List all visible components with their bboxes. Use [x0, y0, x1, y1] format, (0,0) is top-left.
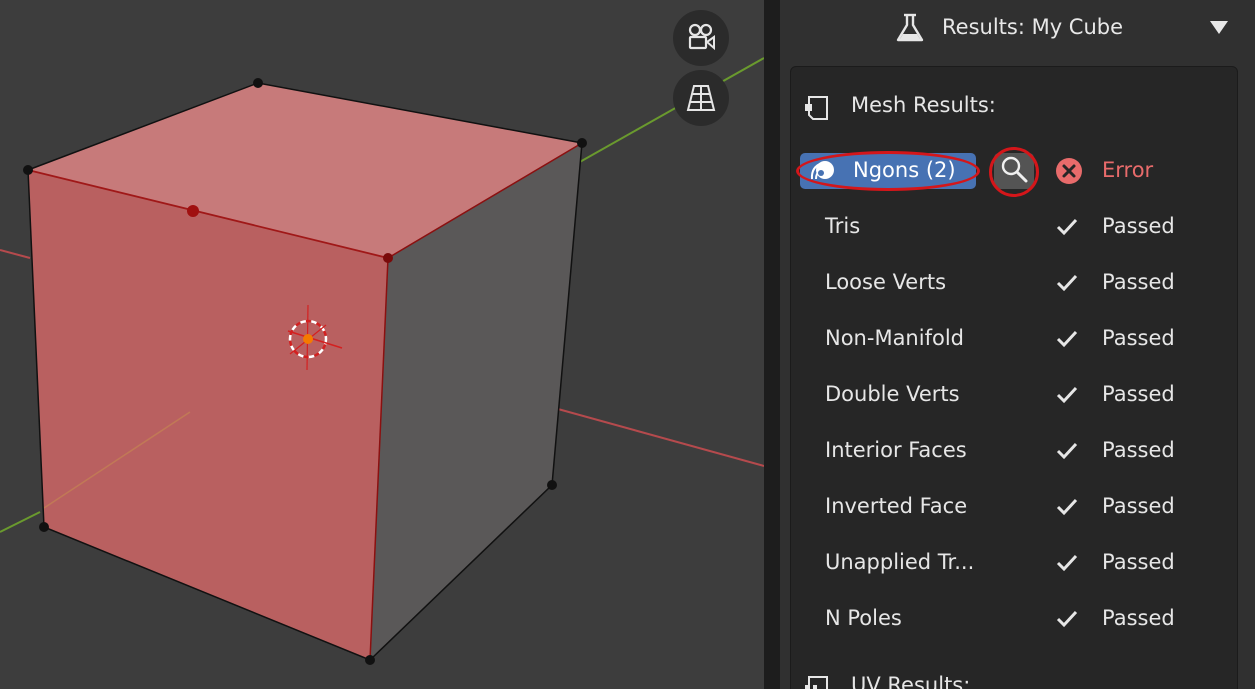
x-axis-line-left	[0, 249, 31, 259]
results-header[interactable]: Results: My Cube	[780, 0, 1255, 58]
check-status-tris: Passed	[1102, 214, 1175, 238]
uv-results-header[interactable]: UV Results:	[791, 665, 1239, 689]
grid-perspective-icon	[685, 82, 717, 114]
ngons-button-label: Ngons (2)	[853, 158, 956, 182]
check-name-tris: Tris	[825, 214, 861, 238]
check-icon	[1055, 497, 1079, 521]
check-name-inverted-face: Inverted Face	[825, 494, 968, 518]
check-status-interior-faces: Passed	[1102, 438, 1175, 462]
check-status-unapplied-transforms: Passed	[1102, 550, 1175, 574]
camera-icon	[685, 22, 717, 54]
results-title: Results: My Cube	[942, 15, 1124, 39]
check-status-double-verts: Passed	[1102, 382, 1175, 406]
vertex-dot	[39, 522, 49, 532]
selected-vertex-dot	[383, 253, 393, 263]
ngons-status: Error	[1102, 158, 1154, 182]
sidebar-panel: Results: My Cube Mesh Results: Ngons (2)…	[780, 0, 1255, 689]
check-icon	[1055, 329, 1079, 353]
check-name-n-poles: N Poles	[825, 606, 902, 630]
check-name-non-manifold: Non-Manifold	[825, 326, 964, 350]
check-icon	[1055, 273, 1079, 297]
check-icon	[1055, 441, 1079, 465]
check-status-n-poles: Passed	[1102, 606, 1175, 630]
vertex-dot	[577, 138, 587, 148]
camera-view-button[interactable]	[673, 10, 729, 66]
triangle-down-icon[interactable]	[1210, 21, 1228, 34]
checker-icon	[803, 673, 833, 689]
check-icon	[1055, 553, 1079, 577]
check-status-inverted-face: Passed	[1102, 494, 1175, 518]
check-name-loose-verts: Loose Verts	[825, 270, 947, 294]
uv-results-label: UV Results:	[851, 673, 971, 689]
selected-vertex-dot	[187, 205, 199, 217]
check-icon	[1055, 385, 1079, 409]
vertex-dot	[253, 78, 263, 88]
check-name-double-verts: Double Verts	[825, 382, 960, 406]
vertex-dot	[365, 655, 375, 665]
magnifier-icon	[999, 154, 1029, 188]
3d-viewport[interactable]	[0, 0, 764, 689]
mesh-results-label: Mesh Results:	[851, 93, 996, 117]
mesh-results-header[interactable]: Mesh Results:	[791, 85, 1239, 125]
error-icon	[1055, 157, 1083, 189]
check-name-unapplied-transforms: Unapplied Tr...	[825, 550, 975, 574]
check-name-interior-faces: Interior Faces	[825, 438, 967, 462]
y-axis-line-lower	[0, 511, 41, 533]
check-icon	[1055, 609, 1079, 633]
results-panel: Mesh Results: Ngons (2) Error Tris Passe…	[790, 66, 1238, 689]
flask-icon	[894, 12, 926, 48]
toggle-perspective-button[interactable]	[673, 70, 729, 126]
check-status-non-manifold: Passed	[1102, 326, 1175, 350]
check-status-loose-verts: Passed	[1102, 270, 1175, 294]
select-ngons-button[interactable]	[994, 153, 1034, 189]
ngons-button[interactable]: Ngons (2)	[800, 153, 976, 189]
vertex-dot	[547, 480, 557, 490]
mesh-square-icon	[803, 93, 833, 127]
vertex-dot	[23, 165, 33, 175]
scene-canvas[interactable]	[0, 0, 764, 689]
check-icon	[1055, 217, 1079, 241]
area-splitter[interactable]	[764, 0, 780, 689]
y-axis-line	[577, 57, 764, 164]
ngon-shape-icon	[808, 159, 838, 187]
